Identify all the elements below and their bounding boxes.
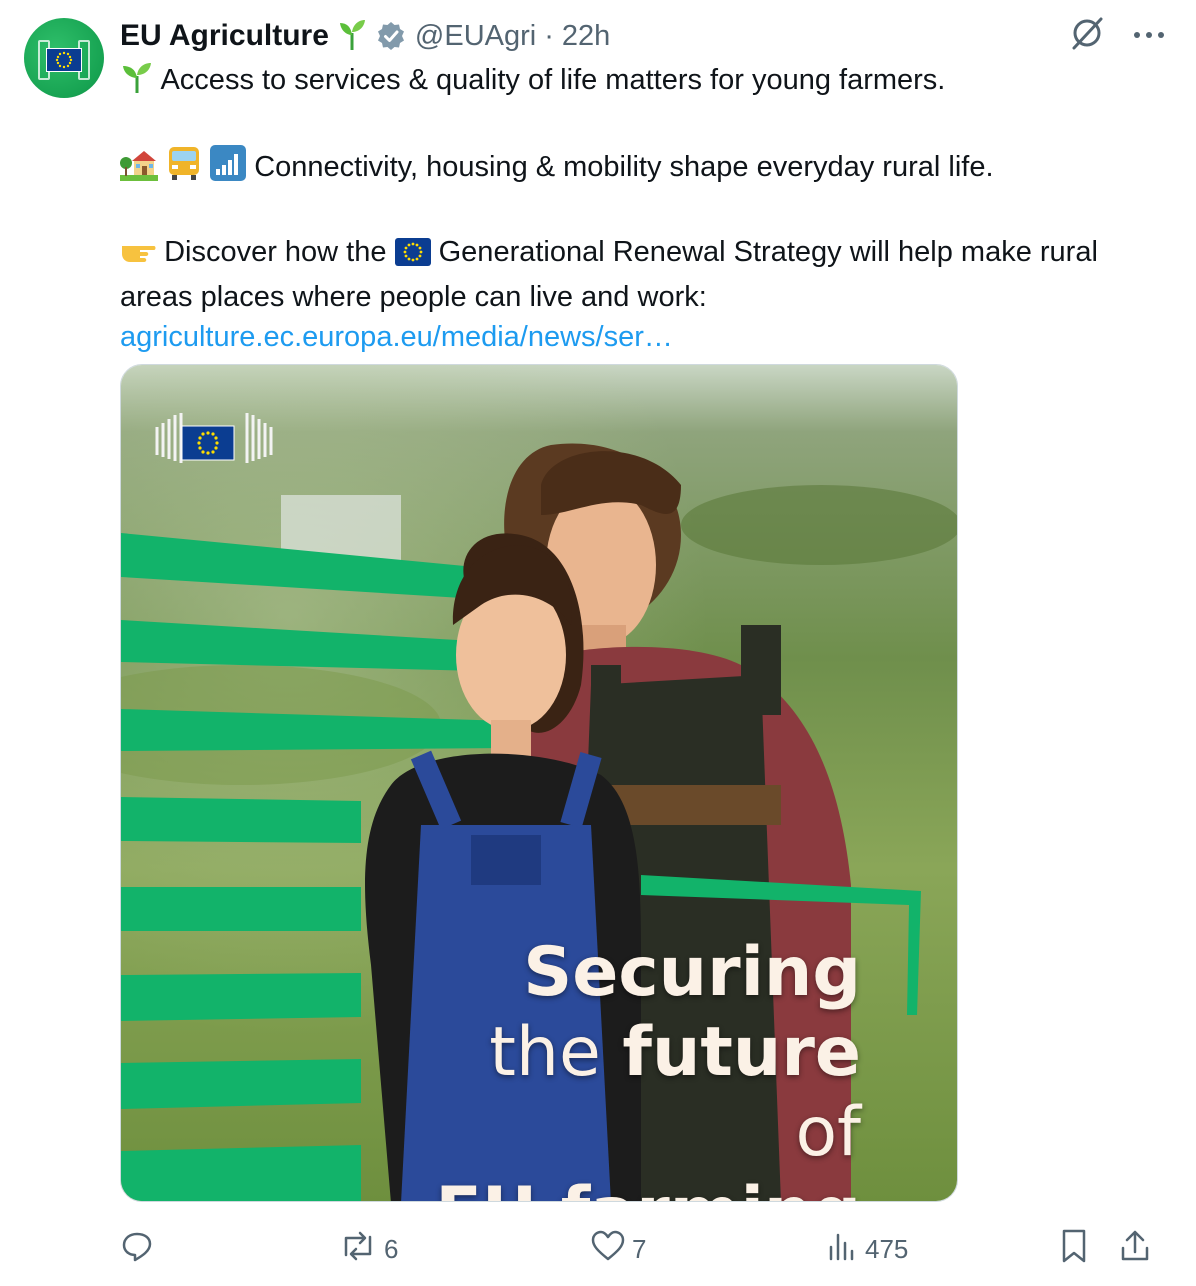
tweet-image[interactable]: Securing the future of EU farming <box>120 364 958 1202</box>
views-icon <box>825 1229 859 1270</box>
bookmark-button[interactable] <box>1058 1226 1090 1272</box>
author-handle[interactable]: @EUAgri <box>415 20 536 53</box>
repost-icon <box>338 1229 378 1270</box>
tweet-actions: 6 7 475 <box>120 1226 1166 1272</box>
separator-dot: · <box>544 19 554 52</box>
tweet-line-1: Access to services & quality of life mat… <box>160 64 946 96</box>
like-count: 7 <box>632 1233 647 1264</box>
tweet-text: Access to services & quality of life mat… <box>120 60 1170 357</box>
house-with-garden-icon <box>120 145 158 192</box>
like-button[interactable]: 7 <box>590 1226 646 1272</box>
caption-line-2: the future of <box>411 1013 861 1173</box>
tweet-line-3b: Generational Renewal Strategy will help … <box>438 236 1098 268</box>
share-button[interactable] <box>1118 1226 1152 1272</box>
author-name[interactable]: EU Agriculture <box>120 19 329 53</box>
top-actions <box>1068 14 1166 57</box>
timestamp[interactable]: 22h <box>562 20 610 53</box>
seedling-icon <box>337 17 367 56</box>
avatar[interactable] <box>24 18 104 98</box>
signal-bars-icon <box>210 145 247 192</box>
tweet-line-3a: Discover how the <box>164 236 387 268</box>
caption-line-1: Securing <box>523 933 861 1012</box>
heart-icon <box>590 1229 626 1270</box>
tweet-line-2: Connectivity, housing & mobility shape e… <box>254 151 994 183</box>
bus-icon <box>166 145 202 192</box>
bookmark-icon <box>1058 1228 1090 1271</box>
caption-of: of <box>795 1093 861 1172</box>
tweet-header: EU Agriculture @EUAgri · 22h <box>120 14 610 58</box>
image-caption: Securing the future of EU farming <box>411 933 861 1201</box>
article-link[interactable]: agriculture.ec.europa.eu/media/news/ser… <box>120 321 673 353</box>
verified-badge-icon[interactable] <box>375 20 407 52</box>
caption-line-3: EU farming <box>411 1173 861 1201</box>
pointing-hand-icon <box>120 236 156 277</box>
tweet-line: Connectivity, housing & mobility shape e… <box>120 145 1170 192</box>
eu-flag-icon <box>394 237 431 277</box>
repost-count: 6 <box>384 1233 399 1264</box>
tweet-line-4: areas places where people can live and w… <box>120 281 707 313</box>
seedling-icon <box>120 60 154 105</box>
share-icon <box>1118 1228 1152 1271</box>
reply-icon <box>120 1229 154 1270</box>
tweet-line: Access to services & quality of life mat… <box>120 60 1170 105</box>
repost-button[interactable]: 6 <box>338 1226 398 1272</box>
more-options-icon[interactable] <box>1132 27 1166 45</box>
views-count: 475 <box>865 1233 909 1264</box>
views-button[interactable]: 475 <box>825 1226 908 1272</box>
caption-future: future <box>622 1013 861 1092</box>
reply-button[interactable] <box>120 1226 160 1272</box>
grok-icon[interactable] <box>1068 14 1106 57</box>
caption-the: the <box>489 1013 601 1092</box>
eu-flag-icon <box>46 48 82 72</box>
tweet-line: Discover how the Generational Renewal St… <box>120 232 1170 277</box>
